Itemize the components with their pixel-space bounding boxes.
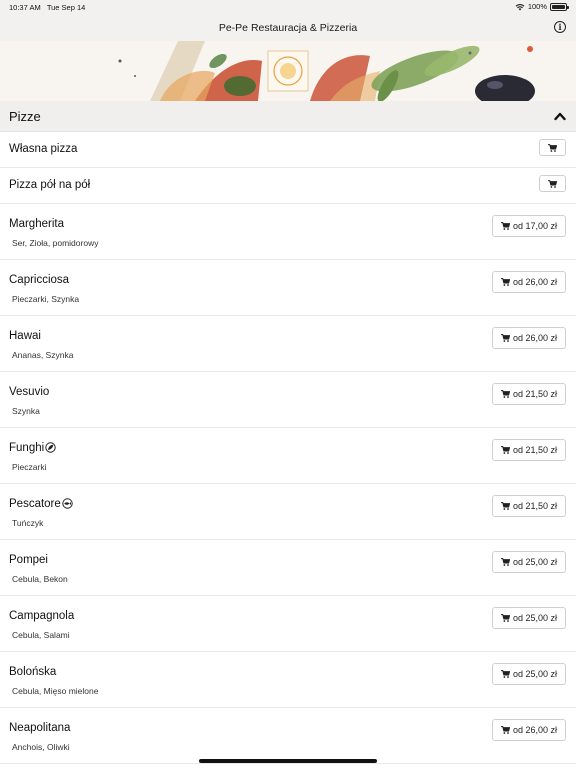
item-name-wrap: Funghi	[9, 442, 56, 454]
list-item[interactable]: Pompei Cebula, Bekon od 25,00 zł	[0, 540, 576, 596]
item-name: Pompei	[9, 554, 48, 566]
navigation-bar: Pe-Pe Restauracja & Pizzeria i	[0, 14, 576, 41]
item-price: od 25,00 zł	[512, 669, 557, 679]
list-item[interactable]: Pescatore Tuńczyk od 21,50 zł	[0, 484, 576, 540]
item-ingredients: Ser, Zioła, pomidorowy	[12, 238, 99, 248]
item-price: od 21,50 zł	[512, 389, 557, 399]
list-item[interactable]: Hawai Ananas, Szynka od 26,00 zł	[0, 316, 576, 372]
item-ingredients: Cebula, Mięso mielone	[12, 686, 99, 696]
section-title: Pizze	[9, 109, 41, 124]
cart-icon	[500, 278, 510, 286]
item-price: od 25,00 zł	[512, 613, 557, 623]
item-ingredients: Cebula, Salami	[12, 630, 70, 640]
item-ingredients: Pieczarki, Szynka	[12, 294, 80, 304]
cart-icon	[500, 390, 510, 398]
cart-icon	[548, 143, 557, 152]
item-name: Vesuvio	[9, 386, 50, 398]
page-title: Pe-Pe Restauracja & Pizzeria	[218, 22, 358, 34]
fish-icon	[62, 498, 73, 509]
cart-icon	[500, 502, 510, 510]
add-to-cart-button[interactable]	[539, 139, 566, 156]
item-name: Bolońska	[9, 666, 57, 678]
list-item[interactable]: Pizza pół na pół	[0, 168, 576, 204]
cart-icon	[500, 614, 510, 622]
item-name: Neapolitana	[9, 722, 71, 734]
home-indicator[interactable]	[199, 759, 377, 763]
add-to-cart-button[interactable]: od 21,50 zł	[491, 495, 566, 517]
add-to-cart-button[interactable]: od 26,00 zł	[491, 271, 566, 293]
list-item[interactable]: Capricciosa Pieczarki, Szynka od 26,00 z…	[0, 260, 576, 316]
list-item[interactable]: Funghi Pieczarki od 21,50 zł	[0, 428, 576, 484]
section-header-pizze[interactable]: Pizze	[0, 101, 576, 132]
item-price: od 25,00 zł	[512, 557, 557, 567]
list-item[interactable]: Vesuvio Szynka od 21,50 zł	[0, 372, 576, 428]
item-ingredients: Cebula, Bekon	[12, 574, 68, 584]
list-item[interactable]: Margherita Ser, Zioła, pomidorowy od 17,…	[0, 204, 576, 260]
item-name: Funghi	[9, 442, 45, 454]
item-ingredients: Szynka	[12, 406, 40, 416]
add-to-cart-button[interactable]: od 17,00 zł	[491, 215, 566, 237]
cart-icon	[500, 670, 510, 678]
cart-icon	[500, 334, 510, 342]
add-to-cart-button[interactable]	[539, 175, 566, 192]
status-time: 10:37 AM	[9, 3, 41, 12]
item-price: od 26,00 zł	[512, 277, 557, 287]
menu-list: Własna pizza Pizza pół na pół Margherita…	[0, 132, 576, 764]
add-to-cart-button[interactable]: od 26,00 zł	[491, 327, 566, 349]
item-name: Pescatore	[9, 498, 61, 510]
item-name: Hawai	[9, 330, 41, 342]
item-ingredients: Tuńczyk	[12, 518, 44, 528]
add-to-cart-button[interactable]: od 21,50 zł	[491, 439, 566, 461]
item-price: od 26,00 zł	[512, 333, 557, 343]
list-item[interactable]: Campagnola Cebula, Salami od 25,00 zł	[0, 596, 576, 652]
item-ingredients: Anchois, Oliwki	[12, 742, 70, 752]
list-item[interactable]: Bolońska Cebula, Mięso mielone od 25,00 …	[0, 652, 576, 708]
status-bar: 10:37 AM Tue Sep 14 100%	[0, 0, 576, 14]
header-banner-image	[0, 41, 576, 101]
battery-icon	[550, 2, 569, 11]
item-name: Capricciosa	[9, 274, 70, 286]
cart-icon	[500, 558, 510, 566]
battery-percent: 100%	[527, 2, 547, 11]
status-right: 100%	[515, 2, 569, 11]
vegetarian-icon	[45, 442, 56, 453]
cart-icon	[500, 222, 510, 230]
status-date: Tue Sep 14	[46, 3, 86, 12]
cart-icon	[500, 446, 510, 454]
item-price: od 17,00 zł	[512, 221, 557, 231]
item-price: od 21,50 zł	[512, 445, 557, 455]
status-time-date: 10:37 AM Tue Sep 14	[9, 3, 85, 12]
item-name: Własna pizza	[9, 143, 78, 155]
wifi-icon	[515, 3, 525, 10]
cart-icon	[548, 179, 557, 188]
item-name-wrap: Pescatore	[9, 498, 73, 510]
item-name: Pizza pół na pół	[9, 179, 91, 191]
item-price: od 21,50 zł	[512, 501, 557, 511]
add-to-cart-button[interactable]: od 25,00 zł	[491, 663, 566, 685]
info-icon[interactable]: i	[554, 21, 566, 33]
cart-icon	[500, 726, 510, 734]
item-price: od 26,00 zł	[512, 725, 557, 735]
item-ingredients: Pieczarki	[12, 462, 47, 472]
item-name: Margherita	[9, 218, 64, 230]
list-item[interactable]: Własna pizza	[0, 132, 576, 168]
add-to-cart-button[interactable]: od 21,50 zł	[491, 383, 566, 405]
item-name: Campagnola	[9, 610, 75, 622]
chevron-up-icon[interactable]	[554, 111, 566, 121]
add-to-cart-button[interactable]: od 26,00 zł	[491, 719, 566, 741]
item-ingredients: Ananas, Szynka	[12, 350, 74, 360]
list-item[interactable]: Neapolitana Anchois, Oliwki od 26,00 zł	[0, 708, 576, 764]
add-to-cart-button[interactable]: od 25,00 zł	[491, 607, 566, 629]
add-to-cart-button[interactable]: od 25,00 zł	[491, 551, 566, 573]
